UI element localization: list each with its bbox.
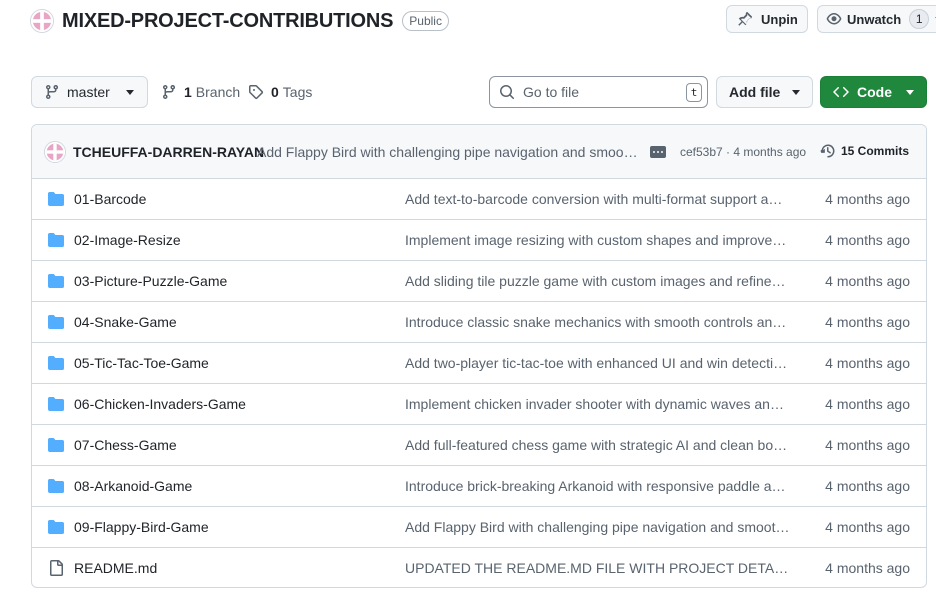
table-row[interactable]: 09-Flappy-Bird-Game Add Flappy Bird with … bbox=[32, 507, 926, 548]
table-row[interactable]: 08-Arkanoid-Game Introduce brick-breaking… bbox=[32, 466, 926, 507]
git-branch-icon bbox=[46, 84, 58, 100]
folder-icon bbox=[48, 273, 64, 289]
file-name-link[interactable]: 04-Snake-Game bbox=[74, 314, 177, 330]
add-file-label: Add file bbox=[729, 84, 781, 100]
add-file-button[interactable]: Add file bbox=[716, 76, 813, 108]
history-icon bbox=[820, 144, 835, 158]
table-row[interactable]: 03-Picture-Puzzle-Game Add sliding tile p… bbox=[32, 261, 926, 302]
file-name-link[interactable]: 02-Image-Resize bbox=[74, 232, 181, 248]
commits-count-label: 15 Commits bbox=[841, 144, 910, 158]
visibility-badge: Public bbox=[402, 11, 449, 31]
file-name-link[interactable]: 03-Picture-Puzzle-Game bbox=[74, 273, 227, 289]
folder-icon bbox=[48, 191, 64, 207]
file-list: 01-Barcode Add text-to-barcode conversion… bbox=[32, 179, 926, 587]
branches-link[interactable]: 1 Branch bbox=[161, 82, 240, 102]
file-commit-date: 4 months ago bbox=[825, 273, 910, 289]
chevron-down-icon bbox=[792, 89, 801, 95]
file-name-link[interactable]: 09-Flappy-Bird-Game bbox=[74, 519, 209, 535]
file-name-link[interactable]: 01-Barcode bbox=[74, 191, 146, 207]
file-commit-message-link[interactable]: Implement chicken invader shooter with d… bbox=[405, 396, 790, 412]
watch-counter: 1 bbox=[909, 9, 930, 29]
file-commit-message-link[interactable]: Implement image resizing with custom sha… bbox=[405, 232, 790, 248]
code-icon bbox=[833, 86, 849, 98]
folder-icon bbox=[48, 437, 64, 453]
folder-icon bbox=[48, 478, 64, 494]
table-row[interactable]: 07-Chess-Game Add full-featured chess gam… bbox=[32, 425, 926, 466]
commit-author-avatar[interactable] bbox=[44, 141, 66, 163]
repo-header: MIXED-PROJECT-CONTRIBUTIONS Public bbox=[30, 6, 449, 36]
branch-select-button[interactable]: master bbox=[31, 76, 148, 108]
repo-name[interactable]: MIXED-PROJECT-CONTRIBUTIONS bbox=[62, 10, 393, 33]
table-row[interactable]: 06-Chicken-Invaders-Game Implement chicke… bbox=[32, 384, 926, 425]
file-commit-date: 4 months ago bbox=[825, 437, 910, 453]
file-commit-date: 4 months ago bbox=[825, 478, 910, 494]
folder-icon bbox=[48, 519, 64, 535]
search-icon bbox=[500, 85, 515, 100]
branch-name: master bbox=[67, 84, 110, 100]
folder-icon bbox=[48, 314, 64, 330]
file-commit-date: 4 months ago bbox=[825, 355, 910, 371]
latest-commit-bar: TCHEUFFA-DARREN-RAYAN Add Flappy Bird wi… bbox=[32, 125, 926, 179]
code-button[interactable]: Code bbox=[820, 76, 927, 108]
git-branch-icon bbox=[163, 84, 175, 100]
file-commit-date: 4 months ago bbox=[825, 232, 910, 248]
tags-link[interactable]: 0 Tags bbox=[248, 82, 312, 102]
commit-message[interactable]: Add Flappy Bird with challenging pipe na… bbox=[257, 144, 639, 160]
unwatch-button[interactable]: Unwatch 1 bbox=[817, 5, 936, 33]
folder-icon bbox=[48, 355, 64, 371]
owner-avatar[interactable] bbox=[30, 9, 54, 33]
file-commit-date: 4 months ago bbox=[825, 191, 910, 207]
file-commit-message-link[interactable]: UPDATED THE README.MD FILE WITH PROJECT … bbox=[405, 560, 790, 576]
file-commit-message-link[interactable]: Introduce classic snake mechanics with s… bbox=[405, 314, 790, 330]
folder-icon bbox=[48, 396, 64, 412]
file-name-link[interactable]: 07-Chess-Game bbox=[74, 437, 177, 453]
file-icon bbox=[48, 560, 64, 576]
file-commit-message-link[interactable]: Add full-featured chess game with strate… bbox=[405, 437, 790, 453]
file-commit-date: 4 months ago bbox=[825, 396, 910, 412]
file-name-link[interactable]: 06-Chicken-Invaders-Game bbox=[74, 396, 246, 412]
search-shortcut-hint: t bbox=[686, 83, 702, 102]
file-table: TCHEUFFA-DARREN-RAYAN Add Flappy Bird wi… bbox=[31, 124, 927, 588]
file-name-link[interactable]: README.md bbox=[74, 560, 157, 576]
file-commit-message-link[interactable]: Introduce brick-breaking Arkanoid with r… bbox=[405, 478, 790, 494]
commits-history-link[interactable]: 15 Commits bbox=[820, 143, 909, 159]
file-commit-message-link[interactable]: Add sliding tile puzzle game with custom… bbox=[405, 273, 790, 289]
file-commit-date: 4 months ago bbox=[825, 519, 910, 535]
pin-icon bbox=[738, 11, 753, 26]
file-commit-message-link[interactable]: Add text-to-barcode conversion with mult… bbox=[405, 191, 790, 207]
table-row[interactable]: 02-Image-Resize Implement image resizing … bbox=[32, 220, 926, 261]
folder-icon bbox=[48, 232, 64, 248]
eye-icon bbox=[826, 13, 842, 25]
tag-icon bbox=[249, 85, 264, 100]
table-row[interactable]: 01-Barcode Add text-to-barcode conversion… bbox=[32, 179, 926, 220]
file-commit-message-link[interactable]: Add Flappy Bird with challenging pipe na… bbox=[405, 519, 790, 535]
file-commit-date: 4 months ago bbox=[825, 314, 910, 330]
chevron-down-icon bbox=[906, 89, 914, 95]
unpin-label: Unpin bbox=[761, 11, 798, 27]
file-name-link[interactable]: 08-Arkanoid-Game bbox=[74, 478, 192, 494]
code-label: Code bbox=[857, 84, 892, 100]
chevron-down-icon bbox=[125, 89, 134, 95]
branches-label: Branch bbox=[195, 84, 241, 100]
table-row[interactable]: 04-Snake-Game Introduce classic snake mec… bbox=[32, 302, 926, 343]
file-commit-date: 4 months ago bbox=[825, 560, 910, 576]
expand-commit-message-button[interactable] bbox=[650, 146, 666, 158]
go-to-file-search[interactable]: t bbox=[489, 76, 708, 108]
table-row[interactable]: README.md UPDATED THE README.MD FILE WITH… bbox=[32, 548, 926, 587]
commit-sha-time[interactable]: cef53b7 · 4 months ago bbox=[680, 145, 806, 159]
unpin-button[interactable]: Unpin bbox=[726, 5, 808, 33]
file-commit-message-link[interactable]: Add two-player tic-tac-toe with enhanced… bbox=[405, 355, 790, 371]
tags-label: Tags bbox=[282, 84, 313, 100]
commit-author[interactable]: TCHEUFFA-DARREN-RAYAN bbox=[73, 144, 264, 160]
branches-count: 1 bbox=[184, 84, 192, 100]
table-row[interactable]: 05-Tic-Tac-Toe-Game Add two-player tic-ta… bbox=[32, 343, 926, 384]
file-name-link[interactable]: 05-Tic-Tac-Toe-Game bbox=[74, 355, 209, 371]
unwatch-label: Unwatch bbox=[847, 11, 902, 27]
tags-count: 0 bbox=[271, 84, 279, 100]
search-input[interactable] bbox=[523, 84, 673, 100]
